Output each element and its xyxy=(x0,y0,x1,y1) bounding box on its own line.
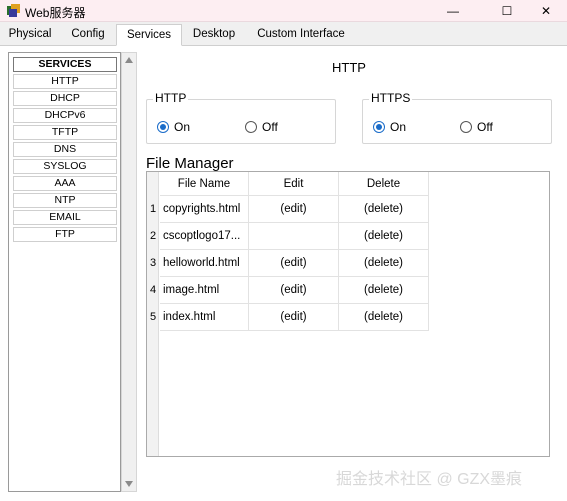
http-on-label: On xyxy=(174,120,191,134)
row-number: 4 xyxy=(149,284,157,296)
sidebar-item-ntp[interactable]: NTP xyxy=(13,193,117,208)
file-manager-table: File Name Edit Delete 1 copyrights.html … xyxy=(146,171,550,457)
row-number: 3 xyxy=(149,257,157,269)
table-row: 3 helloworld.html (edit) (delete) xyxy=(147,250,429,277)
minimize-button[interactable]: — xyxy=(430,0,476,22)
delete-link[interactable]: (delete) xyxy=(339,277,429,304)
sidebar-item-dns[interactable]: DNS xyxy=(13,142,117,157)
sidebar-item-ftp[interactable]: FTP xyxy=(13,227,117,242)
delete-link[interactable]: (delete) xyxy=(339,223,429,250)
https-group-label: HTTPS xyxy=(369,91,413,105)
delete-link[interactable]: (delete) xyxy=(339,304,429,331)
title-bar: Web服务器 — ☐ ✕ xyxy=(0,0,567,22)
file-name-cell: image.html xyxy=(160,277,249,304)
window-title: Web服务器 xyxy=(25,6,86,20)
tab-bar: Physical Config Services Desktop Custom … xyxy=(0,24,567,46)
https-on-radio[interactable]: On xyxy=(373,120,406,134)
tab-services[interactable]: Services xyxy=(116,24,182,46)
sidebar-item-syslog[interactable]: SYSLOG xyxy=(13,159,117,174)
file-name-cell: copyrights.html xyxy=(160,196,249,223)
sidebar-item-dhcpv6[interactable]: DHCPv6 xyxy=(13,108,117,123)
tab-desktop[interactable]: Desktop xyxy=(188,24,240,45)
column-header-delete: Delete xyxy=(339,172,429,196)
https-on-label: On xyxy=(390,120,407,134)
edit-link xyxy=(249,223,339,250)
sidebar-item-http[interactable]: HTTP xyxy=(13,74,117,89)
services-sidebar: SERVICES HTTP DHCP DHCPv6 TFTP DNS SYSLO… xyxy=(8,52,121,492)
edit-link[interactable]: (edit) xyxy=(249,250,339,277)
tab-config[interactable]: Config xyxy=(66,24,110,45)
radio-unselected-icon xyxy=(460,121,472,133)
http-on-radio[interactable]: On xyxy=(157,120,190,134)
tab-physical[interactable]: Physical xyxy=(4,24,56,45)
table-row: 2 cscoptlogo17... (delete) xyxy=(147,223,429,250)
minimize-icon: — xyxy=(447,4,459,18)
sidebar-item-dhcp[interactable]: DHCP xyxy=(13,91,117,106)
radio-selected-icon xyxy=(373,121,385,133)
sidebar-header: SERVICES xyxy=(13,57,117,72)
delete-link[interactable]: (delete) xyxy=(339,250,429,277)
radio-selected-icon xyxy=(157,121,169,133)
watermark: 掘金技术社区 @ GZX墨痕 xyxy=(336,471,523,488)
page-title: HTTP xyxy=(332,60,366,75)
table-row: 1 copyrights.html (edit) (delete) xyxy=(147,196,429,223)
maximize-icon: ☐ xyxy=(501,4,513,18)
radio-unselected-icon xyxy=(245,121,257,133)
table-row: 4 image.html (edit) (delete) xyxy=(147,277,429,304)
http-group-label: HTTP xyxy=(153,91,189,105)
close-button[interactable]: ✕ xyxy=(525,0,567,22)
http-off-radio[interactable]: Off xyxy=(245,120,278,134)
maximize-button[interactable]: ☐ xyxy=(484,0,530,22)
sidebar-scrollbar[interactable] xyxy=(121,52,137,492)
scroll-down-icon[interactable] xyxy=(125,481,133,487)
file-name-cell: helloworld.html xyxy=(160,250,249,277)
edit-link[interactable]: (edit) xyxy=(249,196,339,223)
edit-link[interactable]: (edit) xyxy=(249,304,339,331)
file-name-cell: index.html xyxy=(160,304,249,331)
http-off-label: Off xyxy=(262,120,278,134)
app-icon xyxy=(7,4,20,17)
https-off-radio[interactable]: Off xyxy=(460,120,493,134)
row-number: 1 xyxy=(149,203,157,215)
sidebar-item-email[interactable]: EMAIL xyxy=(13,210,117,225)
file-manager-title: File Manager xyxy=(146,155,234,172)
row-number: 2 xyxy=(149,230,157,242)
column-header-edit: Edit xyxy=(249,172,339,196)
close-icon: ✕ xyxy=(540,4,552,18)
delete-link[interactable]: (delete) xyxy=(339,196,429,223)
table-row: 5 index.html (edit) (delete) xyxy=(147,304,429,331)
tab-custom-interface[interactable]: Custom Interface xyxy=(250,24,352,45)
scroll-up-icon[interactable] xyxy=(125,57,133,63)
https-group: HTTPS On Off xyxy=(362,91,552,144)
sidebar-item-aaa[interactable]: AAA xyxy=(13,176,117,191)
sidebar-item-tftp[interactable]: TFTP xyxy=(13,125,117,140)
https-off-label: Off xyxy=(477,120,493,134)
edit-link[interactable]: (edit) xyxy=(249,277,339,304)
column-header-file-name: File Name xyxy=(160,172,249,196)
http-config-panel: HTTP HTTP On Off HTTPS On Off File Manag… xyxy=(140,52,560,492)
http-group: HTTP On Off xyxy=(146,91,336,144)
row-number: 5 xyxy=(149,311,157,323)
file-name-cell: cscoptlogo17... xyxy=(160,223,249,250)
